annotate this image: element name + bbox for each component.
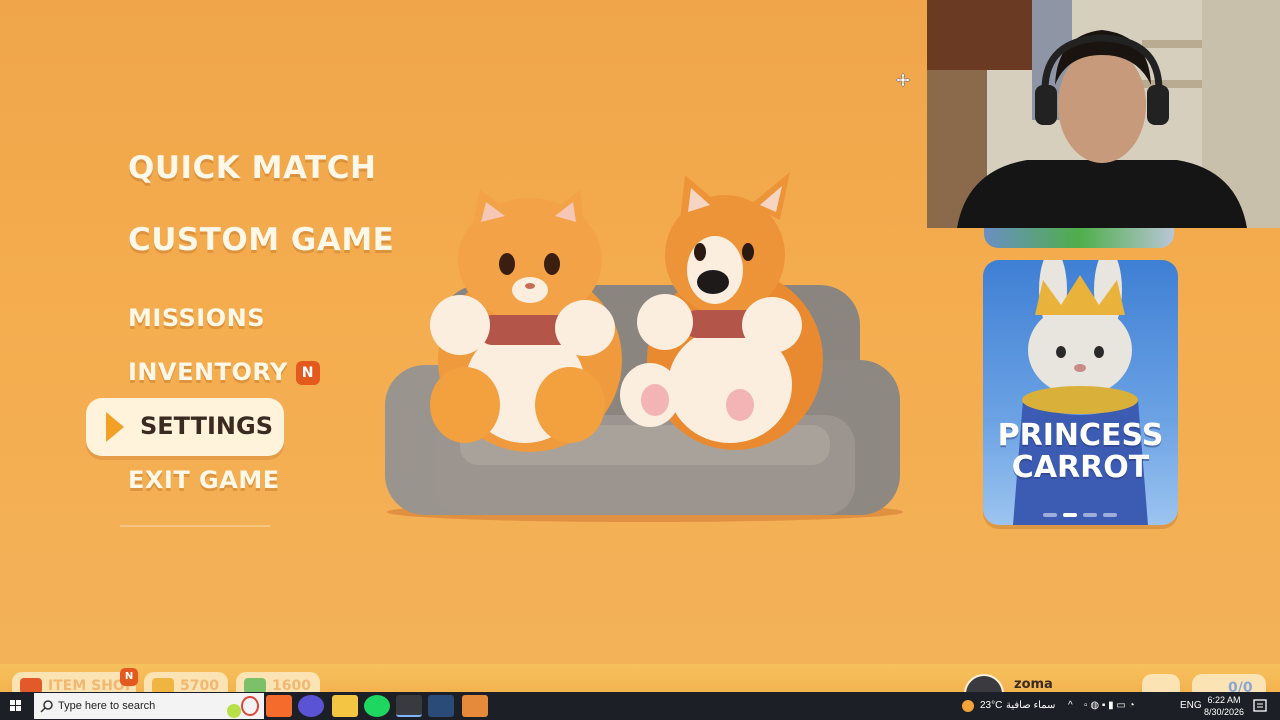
bunny-character-art bbox=[1013, 260, 1148, 525]
search-icon bbox=[40, 700, 53, 713]
cat-character bbox=[430, 190, 622, 452]
watermark bbox=[1066, 632, 1246, 643]
cash-value: 1600 bbox=[272, 678, 311, 692]
tray-icons[interactable]: ▫ ◍ ▪ ▮ ▭ ◔ bbox=[1084, 700, 1135, 711]
taskbar-search[interactable]: Type here to search bbox=[34, 693, 264, 719]
search-placeholder: Type here to search bbox=[58, 700, 156, 712]
spotify-icon[interactable] bbox=[364, 695, 390, 717]
selection-arrow-icon bbox=[106, 412, 124, 442]
clock-time: 6:22 AM bbox=[1207, 695, 1241, 705]
carousel-dot[interactable] bbox=[1103, 513, 1117, 517]
player-avatar[interactable] bbox=[964, 674, 1004, 692]
coins-value: 5700 bbox=[180, 678, 219, 692]
microphone-button[interactable] bbox=[1142, 674, 1180, 692]
brave-browser-icon[interactable] bbox=[266, 695, 292, 717]
carousel-dot-active[interactable] bbox=[1063, 513, 1077, 517]
webcam-feed-image bbox=[927, 0, 1280, 228]
messenger-icon[interactable] bbox=[298, 695, 324, 717]
menu-item-settings-label: SETTINGS bbox=[140, 412, 273, 440]
cash-counter[interactable]: 1600 bbox=[236, 672, 320, 692]
item-shop-button[interactable]: ITEM SHOP N bbox=[12, 668, 138, 692]
menu-item-custom-game[interactable]: CUSTOM GAME bbox=[128, 222, 394, 258]
cash-icon bbox=[244, 678, 266, 692]
menu-item-quick-match[interactable]: QUICK MATCH bbox=[128, 150, 376, 186]
move-cursor-icon bbox=[896, 73, 910, 87]
character-card[interactable]: PRINCESS CARROT bbox=[983, 260, 1178, 525]
main-menu: QUICK MATCH CUSTOM GAME MISSIONS INVENTO… bbox=[0, 0, 420, 560]
taskbar-clock[interactable]: 6:22 AM 8/30/2026 bbox=[1200, 694, 1248, 718]
coins-counter[interactable]: 5700 bbox=[144, 672, 228, 692]
steam-icon[interactable] bbox=[428, 695, 454, 717]
search-highlight-tennis-icon bbox=[227, 696, 259, 718]
friends-button[interactable]: 0/0 bbox=[1192, 674, 1266, 692]
input-language[interactable]: ENG bbox=[1180, 700, 1202, 711]
windows-taskbar: Type here to search 23°C سماء صافية ^ ▫ … bbox=[0, 692, 1280, 720]
menu-item-exit-game[interactable]: EXIT GAME bbox=[128, 466, 280, 494]
weather-temperature[interactable]: 23°C bbox=[980, 700, 1002, 711]
player-username[interactable]: zoma bbox=[1014, 677, 1053, 692]
new-badge: N bbox=[295, 361, 320, 385]
item-shop-new-badge: N bbox=[120, 668, 138, 686]
bottom-bar: ITEM SHOP N 5700 1600 zoma 0/0 bbox=[0, 664, 1280, 692]
carousel-dot[interactable] bbox=[1043, 513, 1057, 517]
file-explorer-icon[interactable] bbox=[332, 695, 358, 717]
corgi-character bbox=[620, 172, 823, 450]
hero-scene-illustration bbox=[385, 172, 903, 522]
menu-item-inventory[interactable]: INVENTORY N bbox=[128, 358, 320, 386]
shop-icon bbox=[20, 678, 42, 692]
carousel-dot[interactable] bbox=[1083, 513, 1097, 517]
menu-item-inventory-label: INVENTORY bbox=[128, 358, 288, 386]
webcam-overlay bbox=[927, 0, 1280, 228]
carousel-indicator bbox=[1043, 502, 1123, 517]
character-name: PRINCESS CARROT bbox=[983, 420, 1178, 484]
coin-icon bbox=[152, 678, 174, 692]
menu-item-missions[interactable]: MISSIONS bbox=[128, 304, 265, 332]
weather-icon bbox=[962, 700, 974, 712]
previous-card-peek[interactable] bbox=[984, 226, 1174, 248]
obs-studio-icon[interactable] bbox=[396, 695, 422, 717]
clock-date: 8/30/2026 bbox=[1203, 707, 1245, 717]
menu-item-settings[interactable]: SETTINGS bbox=[86, 398, 284, 456]
tray-overflow-chevron-icon[interactable]: ^ bbox=[1068, 700, 1073, 711]
notifications-icon[interactable] bbox=[1252, 698, 1268, 714]
character-name-line-2: CARROT bbox=[1011, 450, 1150, 485]
friends-count: 0/0 bbox=[1228, 680, 1253, 692]
weather-description[interactable]: سماء صافية bbox=[1006, 700, 1055, 711]
windows-start-icon[interactable] bbox=[0, 692, 32, 720]
menu-divider bbox=[120, 525, 270, 527]
game-app-icon[interactable] bbox=[462, 695, 488, 717]
character-name-line-1: PRINCESS bbox=[997, 418, 1164, 453]
game-screen: QUICK MATCH CUSTOM GAME MISSIONS INVENTO… bbox=[0, 0, 1280, 692]
